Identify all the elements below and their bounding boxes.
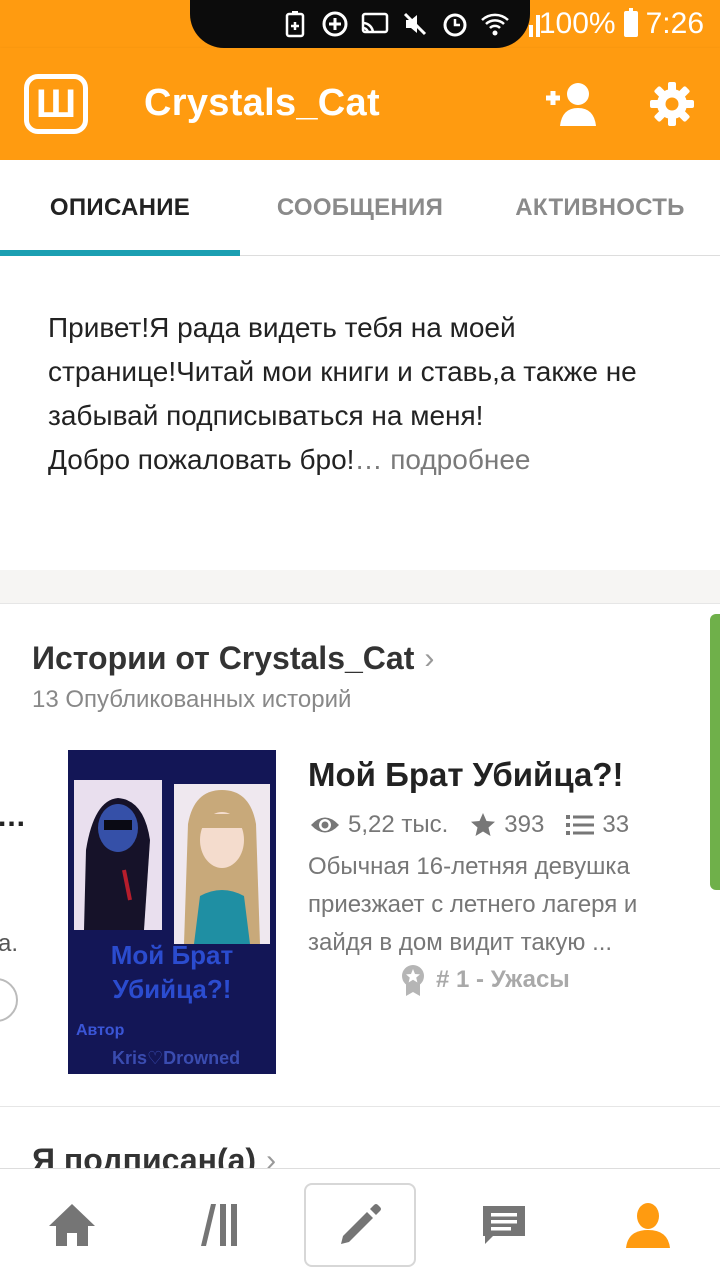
clock: 7:26: [645, 7, 704, 40]
section-divider: [0, 570, 720, 604]
bottom-navigation: [0, 1168, 720, 1280]
settings-button[interactable]: [648, 80, 696, 128]
description-text: Привет!Я рада видеть тебя на моей страни…: [48, 312, 637, 431]
add-follower-icon: [546, 83, 596, 126]
cover-art-left: [74, 780, 162, 930]
votes-count: 393: [504, 811, 545, 838]
views-stat: 5,22 тыс.: [310, 811, 448, 839]
tab-description[interactable]: ОПИСАНИЕ: [0, 160, 240, 256]
list-icon: [566, 815, 595, 835]
tab-messages[interactable]: СООБЩЕНИЯ: [240, 160, 480, 256]
parts-stat: 33: [566, 811, 629, 839]
cover-author-label: Автор: [76, 1022, 125, 1039]
previous-card-peek-letter: а.: [0, 930, 19, 957]
story-description: Обычная 16-летняя девушка приезжает с ле…: [308, 853, 638, 956]
description-text-2: Добро пожаловать бро!: [48, 444, 355, 475]
battery-percent: 100%: [538, 7, 616, 40]
eye-icon: [311, 817, 339, 833]
chevron-right-icon: ›: [424, 641, 435, 675]
nav-home[interactable]: [16, 1183, 128, 1267]
star-icon: [471, 813, 496, 836]
tab-indicator: [0, 250, 240, 256]
story-rank[interactable]: # 1 - Ужасы: [400, 964, 570, 996]
stories-count: 13 Опубликованных историй: [32, 686, 352, 713]
nav-write[interactable]: [304, 1183, 416, 1267]
more-link[interactable]: подробнее: [382, 444, 530, 475]
next-card-peek[interactable]: [710, 614, 720, 890]
library-icon: [201, 1204, 237, 1246]
section-separator: [0, 1106, 720, 1107]
description-ellipsis: …: [354, 444, 383, 475]
settings-icon: [650, 82, 694, 126]
cover-art-right: [174, 784, 270, 944]
battery-saver-icon: [280, 9, 310, 39]
profile-icon: [626, 1203, 670, 1248]
wattpad-logo[interactable]: Ш: [24, 74, 88, 134]
mute-icon: [400, 9, 430, 39]
stories-title: Истории от Crystals_Cat: [32, 640, 415, 676]
cover-title-line-2: Убийца?!: [112, 974, 232, 1004]
parts-count: 33: [602, 811, 630, 838]
home-icon: [49, 1204, 95, 1246]
data-saver-icon: [320, 9, 350, 39]
status-icons: [280, 4, 550, 44]
nav-messages[interactable]: [448, 1183, 560, 1267]
cover-title-line-1: Мой Брат: [110, 940, 234, 970]
story-stats: 5,22 тыс. 393 33: [310, 808, 651, 842]
tab-activity[interactable]: АКТИВНОСТЬ: [480, 160, 720, 256]
previous-card-peek-text: ...: [0, 800, 27, 833]
profile-description: Привет!Я рада видеть тебя на моей страни…: [48, 306, 648, 482]
alarm-icon: [440, 9, 470, 39]
profile-tabs: ОПИСАНИЕ СООБЩЕНИЯ АКТИВНОСТЬ: [0, 160, 720, 256]
messages-icon: [483, 1206, 525, 1244]
status-bar: 100% 7:26: [0, 0, 720, 48]
logo-glyph: Ш: [35, 82, 77, 126]
votes-stat: 393: [470, 811, 544, 839]
previous-card-peek-button: [0, 978, 18, 1022]
nav-profile[interactable]: [592, 1183, 704, 1267]
status-right: 100% 7:26: [539, 4, 704, 44]
wifi-icon: [480, 9, 510, 39]
nav-library[interactable]: [160, 1183, 272, 1267]
page-title: Crystals_Cat: [144, 82, 380, 124]
story-cover[interactable]: Мой Брат Убийца?! Автор Kris♡Drowned: [68, 750, 276, 1074]
app-bar: Ш Crystals_Cat: [0, 48, 720, 160]
follow-button[interactable]: [542, 78, 602, 130]
story-title[interactable]: Мой Брат Убийца?!: [308, 756, 624, 794]
ranking-badge-icon: [402, 965, 424, 996]
cover-title: Мой Брат Убийца?!: [68, 938, 276, 1006]
views-count: 5,22 тыс.: [348, 811, 449, 838]
cast-icon: [360, 9, 390, 39]
write-icon: [341, 1204, 381, 1244]
cover-author-name: Kris♡Drowned: [112, 1048, 241, 1068]
rank-label: # 1 - Ужасы: [436, 966, 570, 993]
stories-header[interactable]: Истории от Crystals_Cat ›: [32, 640, 434, 677]
battery-icon: [623, 8, 638, 37]
